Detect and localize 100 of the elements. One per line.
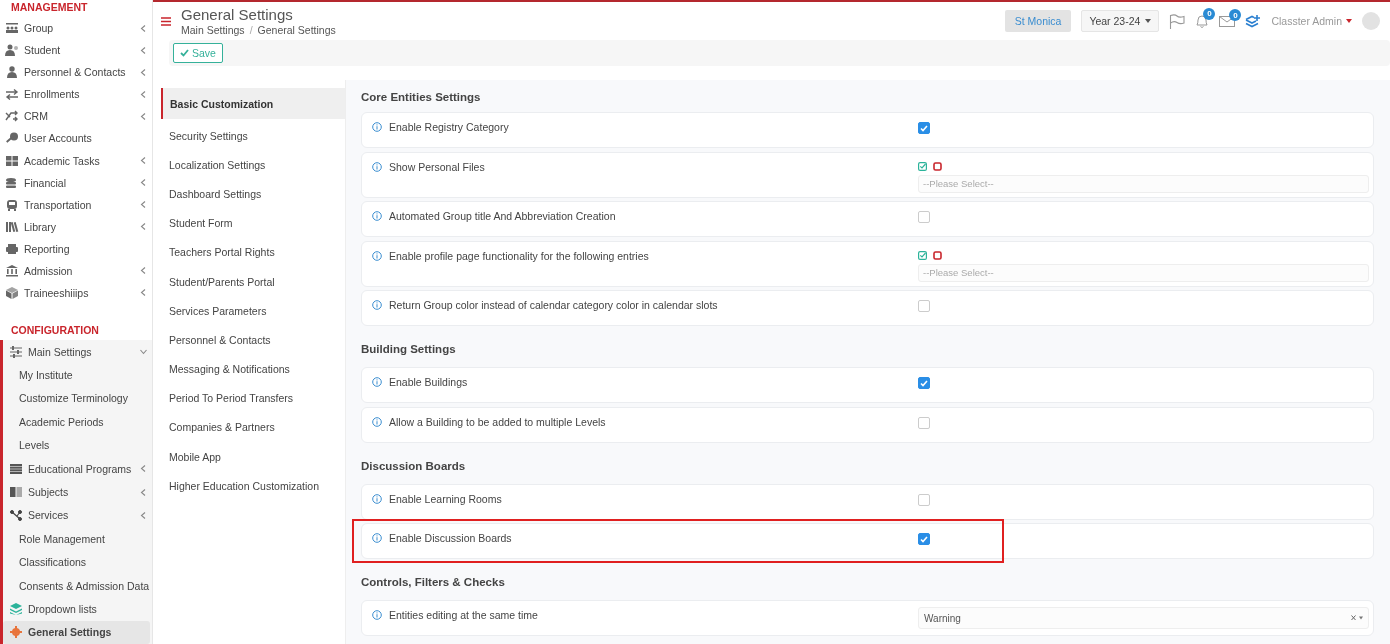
settings-tab[interactable]: Teachers Portal Rights	[161, 237, 345, 267]
info-icon[interactable]	[372, 300, 382, 310]
sidebar-item[interactable]: Admission	[0, 259, 152, 282]
settings-tab[interactable]: Companies & Partners	[161, 412, 345, 443]
book-icon	[9, 486, 23, 499]
caret-icon	[1346, 19, 1352, 23]
sidebar-item[interactable]: Group	[0, 17, 152, 40]
sidebar-item[interactable]: CRM	[0, 105, 152, 128]
bell-icon[interactable]	[1195, 13, 1210, 29]
section-title: Building Settings	[361, 342, 457, 357]
setting-label: Allow a Building to be added to multiple Levels	[389, 415, 606, 428]
checkbox[interactable]	[918, 493, 930, 506]
books-icon	[5, 220, 19, 233]
info-icon[interactable]	[372, 493, 382, 504]
sidebar-item[interactable]: General Settings	[3, 620, 150, 644]
checkbox[interactable]	[918, 211, 930, 223]
settings-tab[interactable]: Student/Parents Portal	[161, 266, 345, 297]
section-title: Core Entities Settings	[361, 90, 482, 105]
key-icon	[5, 132, 19, 145]
sidebar-item[interactable]: Services	[3, 503, 152, 528]
settings-tab[interactable]: Student Form	[161, 208, 345, 238]
sidebar-item[interactable]: Levels	[3, 433, 152, 457]
checkbox[interactable]	[918, 122, 930, 134]
sidebar-item[interactable]: Personnel & Contacts	[0, 61, 152, 84]
building-icon	[5, 264, 19, 277]
setting-label: Return Group color instead of calendar category color in calendar slots	[389, 299, 718, 311]
info-icon[interactable]	[372, 377, 382, 387]
sidebar-item[interactable]: Academic Periods	[3, 410, 152, 434]
select-all-icon[interactable]	[918, 251, 927, 260]
select-all-icon[interactable]	[918, 162, 927, 171]
sidebar-item[interactable]: Traineeshiiips	[0, 281, 152, 304]
settings-tab[interactable]: Personnel & Contacts	[161, 325, 345, 355]
year-dropdown[interactable]: Year 23-24	[1081, 10, 1160, 32]
message-badge: 0	[1229, 9, 1242, 21]
settings-tab[interactable]: Localization Settings	[161, 150, 345, 180]
info-icon[interactable]	[372, 250, 382, 261]
layers-plus-icon[interactable]	[1245, 13, 1262, 29]
people-icon	[5, 22, 19, 35]
sidebar-item[interactable]: Subjects	[3, 480, 152, 504]
settings-tab[interactable]: Dashboard Settings	[161, 179, 345, 209]
setting-label: Automated Group title And Abbreviation Creation	[389, 210, 616, 222]
sidebar-item[interactable]: User Accounts	[0, 127, 152, 150]
settings-tab[interactable]: Period To Period Transfers	[161, 383, 345, 413]
bus-icon	[5, 198, 19, 211]
select-field[interactable]: Warning	[918, 607, 1369, 629]
settings-tab[interactable]: Mobile App	[161, 442, 345, 472]
settings-tab[interactable]: Security Settings	[161, 121, 345, 151]
info-icon[interactable]	[372, 161, 382, 172]
setting-label: Enable profile page functionality for the following entries	[389, 249, 649, 262]
info-icon[interactable]	[372, 533, 382, 543]
multiselect-field[interactable]: --Please Select--	[918, 263, 1369, 282]
flag-icon[interactable]	[1169, 13, 1186, 29]
sidebar-item[interactable]: Reporting	[0, 237, 152, 260]
sidebar-item[interactable]: Financial	[0, 171, 152, 194]
setting-label: Entities editing at the same time	[389, 609, 538, 621]
sidebar-item[interactable]: Role Management	[3, 527, 152, 551]
grid-icon	[5, 154, 19, 167]
sliders-icon	[9, 345, 23, 358]
breadcrumb-item[interactable]: Main Settings	[181, 24, 245, 36]
coins-icon	[5, 176, 19, 189]
checkbox[interactable]	[918, 377, 930, 389]
sidebar-item[interactable]: Customize Terminology	[3, 386, 152, 411]
checkbox[interactable]	[918, 533, 930, 545]
sidebar-item[interactable]: My Institute	[3, 363, 152, 387]
sidebar-item[interactable]: Academic Tasks	[0, 149, 152, 172]
settings-tab[interactable]: Basic Customization	[161, 88, 345, 119]
caret-icon	[1145, 19, 1152, 23]
sidebar-item[interactable]: Student	[0, 39, 152, 62]
envelope-icon[interactable]	[1219, 15, 1236, 27]
sidebar-item[interactable]: Dropdown lists	[3, 597, 152, 621]
shuffle-icon	[5, 110, 19, 123]
setting-label: Show Personal Files	[389, 160, 485, 173]
sidebar-item[interactable]: Enrollments	[0, 83, 152, 106]
section-title: Controls, Filters & Checks	[361, 575, 506, 590]
multiselect-field[interactable]: --Please Select--	[918, 174, 1369, 193]
sidebar-item[interactable]: Main Settings	[3, 340, 152, 364]
sidebar-item[interactable]: Transportation	[0, 193, 152, 216]
deselect-all-icon[interactable]	[933, 251, 942, 260]
settings-tab[interactable]: Higher Education Customization	[161, 471, 345, 501]
sidebar-item[interactable]: Library	[0, 215, 152, 238]
setting-label: Enable Learning Rooms	[389, 492, 502, 505]
breadcrumb-item: General Settings	[257, 24, 336, 36]
checkbox[interactable]	[918, 300, 930, 312]
layers-icon	[9, 603, 23, 615]
info-icon[interactable]	[372, 416, 382, 427]
info-icon[interactable]	[372, 211, 382, 221]
sidebar-item[interactable]: Educational Programs	[3, 456, 152, 481]
info-icon[interactable]	[372, 610, 382, 620]
setting-label: Enable Buildings	[389, 376, 468, 388]
checkbox[interactable]	[918, 416, 930, 429]
check-icon	[180, 49, 189, 57]
clear-icon[interactable]	[1351, 615, 1363, 621]
person-icon	[5, 66, 19, 79]
info-icon[interactable]	[372, 122, 382, 132]
deselect-all-icon[interactable]	[933, 162, 942, 171]
settings-tab[interactable]: Messaging & Notifications	[161, 354, 345, 384]
menu-icon[interactable]	[161, 16, 171, 26]
sidebar-item[interactable]: Classifications	[3, 550, 152, 574]
sidebar-item[interactable]: Consents & Admission Data	[3, 573, 152, 598]
settings-tab[interactable]: Services Parameters	[161, 296, 345, 326]
